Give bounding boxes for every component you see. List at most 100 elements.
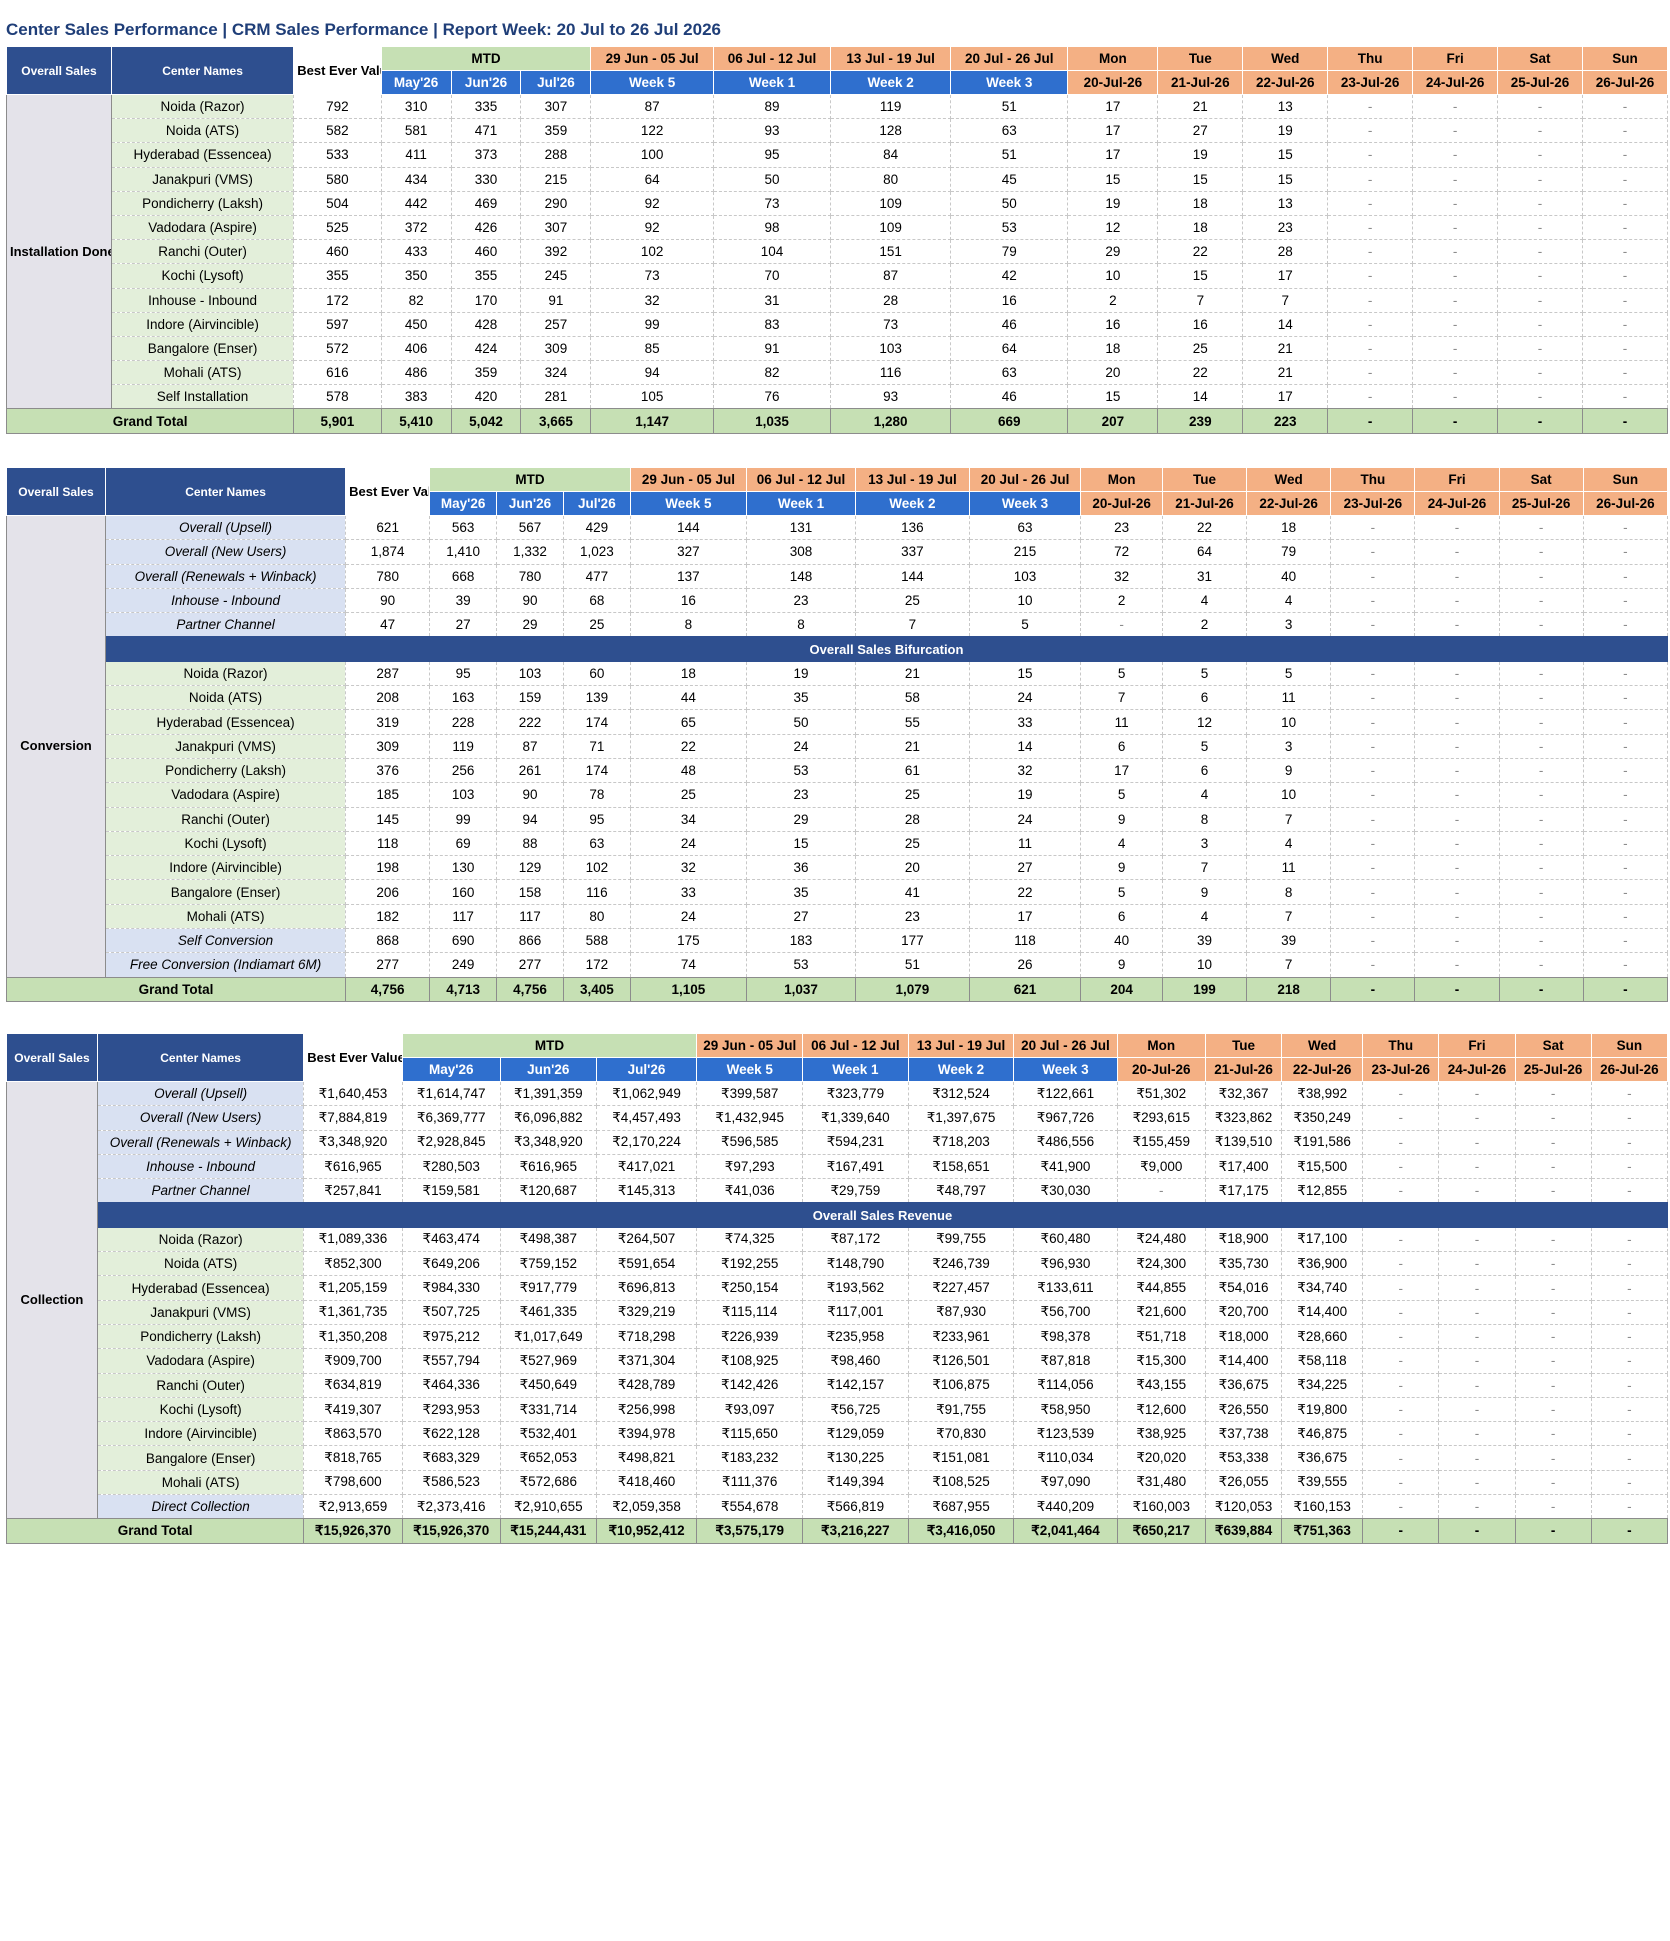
value-cell: 563 <box>429 515 498 541</box>
value-cell: ₹142,157 <box>802 1373 909 1398</box>
center-name: Noida (ATS) <box>105 685 347 711</box>
value-cell: 91 <box>520 288 592 313</box>
value-cell: 5 <box>1246 661 1332 687</box>
value-cell: - <box>1591 1397 1669 1423</box>
value-cell: - <box>1499 564 1584 589</box>
value-cell: 60 <box>563 661 631 687</box>
value-cell: 40 <box>1246 564 1332 589</box>
value-cell: 228 <box>429 709 498 735</box>
value-cell: 261 <box>496 758 564 784</box>
value-cell: 34 <box>630 807 748 832</box>
value-cell: 17 <box>969 904 1082 930</box>
report-table-1: Overall SalesCenter NamesBest Ever Value… <box>5 467 1669 1002</box>
value-cell: - <box>1583 515 1669 541</box>
value-cell: 309 <box>345 734 431 759</box>
center-name: Vadodara (Aspire) <box>105 782 347 808</box>
table-row: Mohali (ATS) 616 486 359 324 94 82 116 63 20 22 21-… <box>7 360 1669 386</box>
week-range-header: 06 Jul - 12 Jul <box>746 467 856 492</box>
value-cell: 460 <box>293 239 382 265</box>
value-cell: ₹226,939 <box>696 1324 804 1350</box>
value-cell: - <box>1583 831 1669 857</box>
value-cell: 310 <box>381 94 452 120</box>
value-cell: - <box>1330 855 1416 881</box>
value-cell: ₹51,718 <box>1117 1324 1206 1350</box>
value-cell: - <box>1591 1324 1669 1350</box>
value-cell: 9 <box>1080 807 1163 832</box>
center-name: Noida (ATS) <box>97 1251 305 1277</box>
center-name: Mohali (ATS) <box>105 904 347 930</box>
value-cell: 163 <box>429 685 498 711</box>
value-cell: - <box>1414 855 1500 881</box>
value-cell: - <box>1583 879 1669 905</box>
value-cell: ₹160,153 <box>1281 1494 1364 1520</box>
table-row: Noida (ATS) 208 163 159 139 44 35 58 24 7 6 11- - - - <box>7 685 1669 711</box>
value-cell: - <box>1499 952 1584 978</box>
value-cell: ₹58,950 <box>1013 1397 1118 1423</box>
value-cell: 8 <box>1162 807 1248 832</box>
value-cell: 72 <box>1080 539 1163 565</box>
date-header: 21-Jul-26 <box>1161 491 1248 516</box>
value-cell: 309 <box>520 336 592 362</box>
value-cell: 319 <box>345 709 431 735</box>
value-cell: - <box>1327 142 1414 168</box>
value-cell: ₹461,335 <box>500 1300 597 1325</box>
value-cell: - <box>1362 1445 1440 1471</box>
value-cell: 63 <box>950 118 1069 144</box>
value-cell: 10 <box>1246 709 1332 735</box>
table-row: Self Conversion 868 690 866 588 175 183 177 118 4… <box>7 928 1669 954</box>
value-cell: 10 <box>969 588 1082 614</box>
value-cell: 48 <box>630 758 748 784</box>
value-cell: 277 <box>496 952 564 978</box>
value-cell: ₹696,813 <box>596 1275 698 1301</box>
total-cell: 204 <box>1080 976 1163 1002</box>
value-cell: 24 <box>969 685 1082 711</box>
value-cell: - <box>1438 1324 1516 1350</box>
value-cell: - <box>1583 782 1669 808</box>
value-cell: - <box>1330 758 1416 784</box>
value-cell: - <box>1438 1251 1516 1277</box>
value-cell: 198 <box>345 855 431 881</box>
value-cell: ₹96,930 <box>1013 1251 1118 1277</box>
value-cell: - <box>1582 118 1669 144</box>
value-cell: ₹46,875 <box>1281 1421 1364 1447</box>
week-range-header: 20 Jul - 26 Jul <box>1013 1033 1118 1058</box>
center-name: Partner Channel <box>97 1178 305 1204</box>
value-cell: 29 <box>746 807 856 832</box>
day-header: Tue <box>1161 467 1248 492</box>
value-cell: ₹12,855 <box>1281 1178 1364 1204</box>
value-cell: - <box>1438 1300 1516 1325</box>
value-cell: 35 <box>746 879 856 905</box>
value-cell: ₹233,961 <box>908 1324 1015 1350</box>
value-cell: ₹984,330 <box>402 1275 501 1301</box>
table-row: Free Conversion (Indiamart 6M) 277 249 277 1… <box>7 952 1669 978</box>
value-cell: 359 <box>520 118 592 144</box>
value-cell: ₹718,298 <box>596 1324 698 1350</box>
value-cell: 25 <box>855 588 970 614</box>
value-cell: 64 <box>590 167 714 192</box>
value-cell: 215 <box>969 539 1082 565</box>
value-cell: ₹98,460 <box>802 1348 909 1374</box>
value-cell: 99 <box>429 807 498 832</box>
value-cell: 50 <box>713 167 832 192</box>
total-cell: 5,901 <box>293 408 382 434</box>
value-cell: 383 <box>381 384 452 410</box>
total-cell: ₹639,884 <box>1204 1518 1283 1544</box>
value-cell: - <box>1414 661 1500 687</box>
value-cell: ₹572,686 <box>500 1470 597 1496</box>
value-cell: 429 <box>563 515 631 541</box>
value-cell: ₹798,600 <box>303 1470 403 1496</box>
value-cell: 355 <box>293 263 382 289</box>
value-cell: 27 <box>1157 118 1244 144</box>
value-cell: 73 <box>830 312 952 337</box>
value-cell: 64 <box>950 336 1069 362</box>
value-cell: ₹120,053 <box>1205 1494 1283 1520</box>
value-cell: ₹34,740 <box>1281 1275 1364 1301</box>
value-cell: 93 <box>830 384 952 410</box>
value-cell: ₹616,965 <box>500 1154 597 1180</box>
value-cell: ₹191,586 <box>1281 1130 1364 1155</box>
value-cell: 28 <box>855 807 970 832</box>
total-cell: - <box>1414 976 1500 1002</box>
value-cell: 70 <box>713 263 832 289</box>
value-cell: ₹498,387 <box>500 1227 597 1253</box>
value-cell: - <box>1330 564 1416 589</box>
